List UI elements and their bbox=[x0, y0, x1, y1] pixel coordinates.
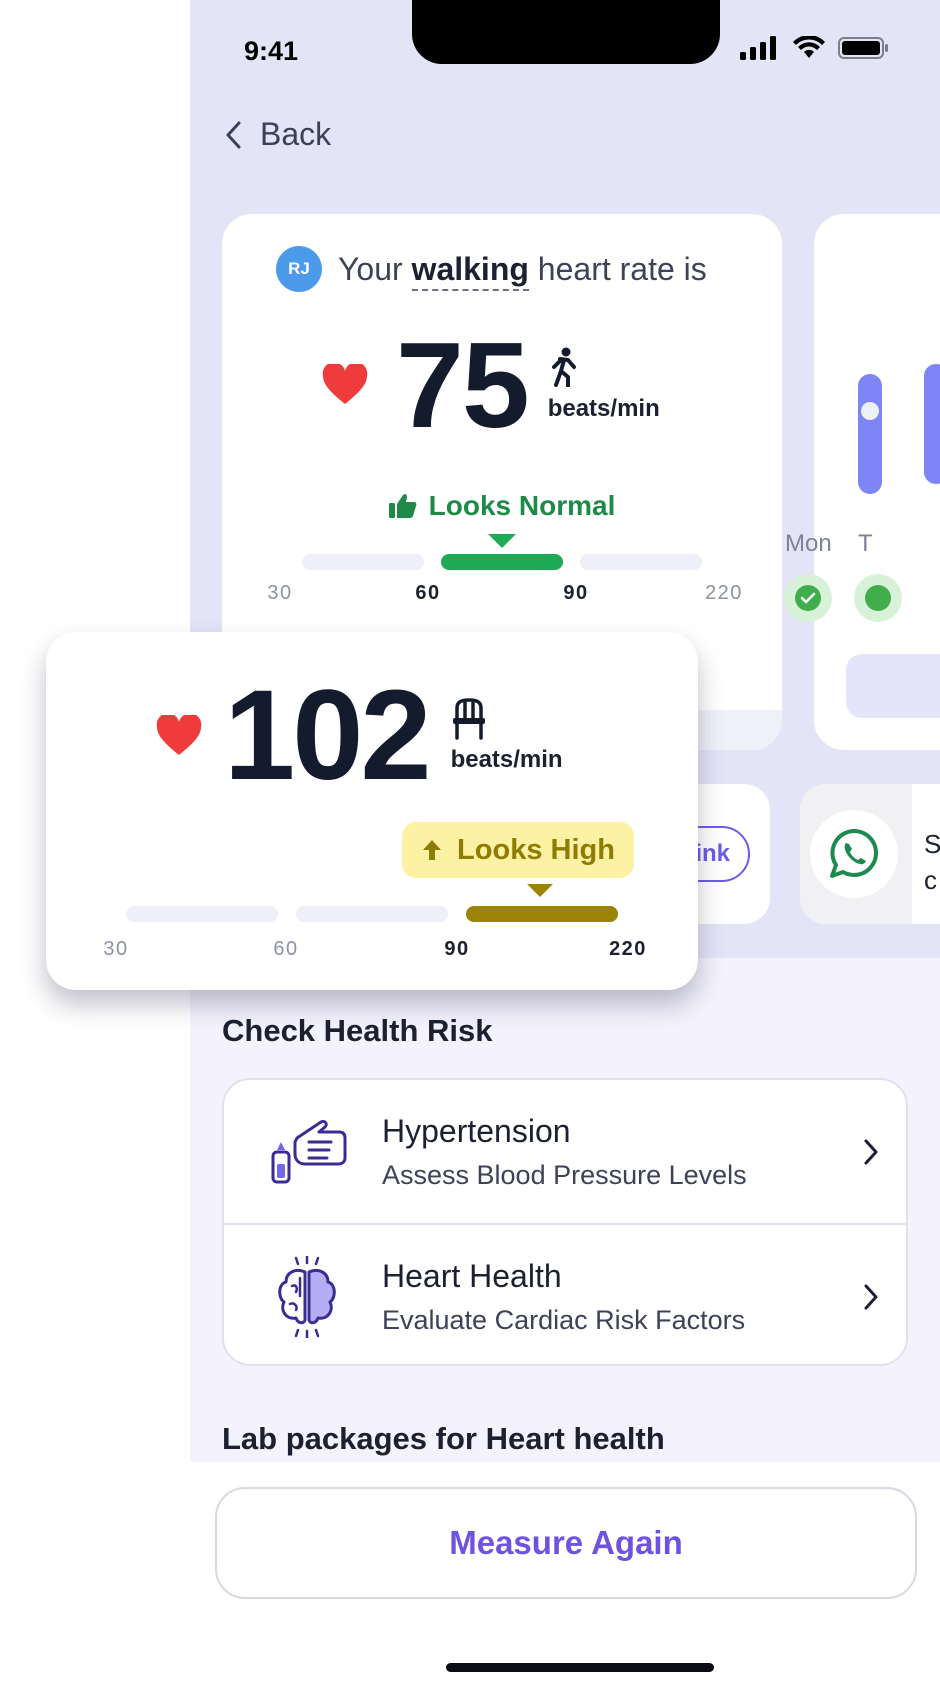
risk-item-heart-health[interactable]: Heart Health Evaluate Cardiac Risk Facto… bbox=[224, 1225, 906, 1364]
check-health-risk-title: Check Health Risk bbox=[222, 1013, 493, 1048]
chevron-left-icon bbox=[226, 121, 241, 148]
risk-item-subtitle: Assess Blood Pressure Levels bbox=[382, 1159, 747, 1190]
whatsapp-text: S c bbox=[924, 826, 940, 898]
avatar[interactable]: RJ bbox=[276, 246, 322, 292]
scale-tick: 30 bbox=[103, 938, 129, 960]
day-check-tue bbox=[854, 574, 902, 622]
scale-tick: 60 bbox=[273, 938, 299, 960]
health-risk-list: Hypertension Assess Blood Pressure Level… bbox=[222, 1078, 908, 1366]
day-label-tue: T bbox=[858, 530, 873, 557]
back-label: Back bbox=[260, 116, 332, 152]
overlay-heart-rate-scale bbox=[126, 884, 618, 922]
blood-pressure-icon bbox=[271, 1119, 347, 1183]
scale-tick: 220 bbox=[705, 582, 743, 604]
arrow-up-icon bbox=[423, 840, 442, 860]
status-time: 9:41 bbox=[244, 36, 299, 66]
scale-tick: 90 bbox=[563, 582, 589, 604]
battery-icon bbox=[838, 37, 888, 59]
title-suffix: heart rate is bbox=[537, 250, 707, 287]
wifi-icon bbox=[793, 36, 825, 58]
title-prefix: Your bbox=[338, 250, 403, 287]
thumbs-up-icon bbox=[388, 493, 417, 518]
heart-rate-scale bbox=[302, 534, 702, 570]
check-icon bbox=[800, 592, 816, 604]
weekly-card-button[interactable] bbox=[846, 654, 940, 718]
measure-again-button[interactable]: Measure Again bbox=[215, 1487, 917, 1599]
overlay-bpm-unit: beats/min bbox=[450, 746, 563, 773]
chevron-right-icon bbox=[864, 1139, 878, 1164]
chevron-right-icon bbox=[864, 1284, 878, 1309]
scale-segment-normal bbox=[296, 906, 448, 922]
signal-icon bbox=[740, 36, 776, 60]
status-high-badge: Looks High bbox=[402, 822, 634, 878]
scale-segment-normal bbox=[441, 554, 563, 570]
whatsapp-icon bbox=[830, 829, 878, 878]
brain-icon bbox=[278, 1255, 336, 1338]
day-bar-tue bbox=[924, 364, 940, 484]
risk-item-title: Heart Health bbox=[382, 1257, 562, 1294]
status-icons bbox=[740, 36, 890, 60]
heart-rate-title: RJ Your walking heart rate is bbox=[276, 246, 707, 292]
heart-icon bbox=[322, 364, 368, 404]
scale-segment-high bbox=[580, 554, 702, 570]
scale-tick: 60 bbox=[415, 582, 441, 604]
activity-selector[interactable]: walking bbox=[411, 250, 529, 291]
risk-item-hypertension[interactable]: Hypertension Assess Blood Pressure Level… bbox=[224, 1080, 906, 1223]
bpm-value: 75 bbox=[396, 317, 530, 453]
lab-packages-title: Lab packages for Heart health bbox=[222, 1421, 665, 1456]
scale-tick: 90 bbox=[444, 938, 470, 960]
day-bar-knob bbox=[861, 402, 879, 420]
walking-icon bbox=[551, 347, 576, 387]
whatsapp-text-line-2: c bbox=[924, 865, 937, 895]
scale-tick: 220 bbox=[609, 938, 647, 960]
bpm-unit-group: beats/min bbox=[548, 347, 660, 423]
day-check-mon bbox=[784, 574, 832, 622]
risk-item-title: Hypertension bbox=[382, 1112, 571, 1149]
whatsapp-text-line-1: S bbox=[924, 829, 940, 859]
home-indicator bbox=[446, 1663, 714, 1672]
device-notch bbox=[412, 0, 720, 64]
scale-tick: 30 bbox=[267, 582, 293, 604]
whatsapp-icon-circle bbox=[810, 810, 898, 898]
status-normal: Looks Normal bbox=[222, 490, 782, 522]
overlay-bpm-value: 102 bbox=[224, 664, 432, 807]
overlay-unit-group: beats/min bbox=[451, 698, 563, 774]
bpm-reading: 75 beats/min bbox=[322, 324, 660, 446]
scale-pointer bbox=[527, 884, 553, 897]
day-label-mon: Mon bbox=[785, 530, 832, 557]
overlay-bpm-reading: 102 beats/min bbox=[156, 672, 563, 800]
scale-segment-low bbox=[126, 906, 278, 922]
status-high-label: Looks High bbox=[457, 833, 615, 866]
bpm-unit: beats/min bbox=[547, 395, 660, 422]
scale-segment-high bbox=[466, 906, 618, 922]
whatsapp-card[interactable]: S c bbox=[800, 784, 940, 924]
back-button[interactable]: Back bbox=[224, 116, 331, 153]
resting-heart-rate-card: 102 beats/min Looks High 30 60 90 220 bbox=[46, 632, 698, 990]
chair-icon bbox=[452, 698, 485, 740]
heart-icon bbox=[156, 715, 202, 755]
risk-item-subtitle: Evaluate Cardiac Risk Factors bbox=[382, 1304, 746, 1335]
scale-segment-low bbox=[302, 554, 424, 570]
scale-pointer bbox=[488, 534, 516, 548]
status-normal-label: Looks Normal bbox=[428, 490, 616, 521]
day-bar-mon bbox=[858, 374, 882, 494]
